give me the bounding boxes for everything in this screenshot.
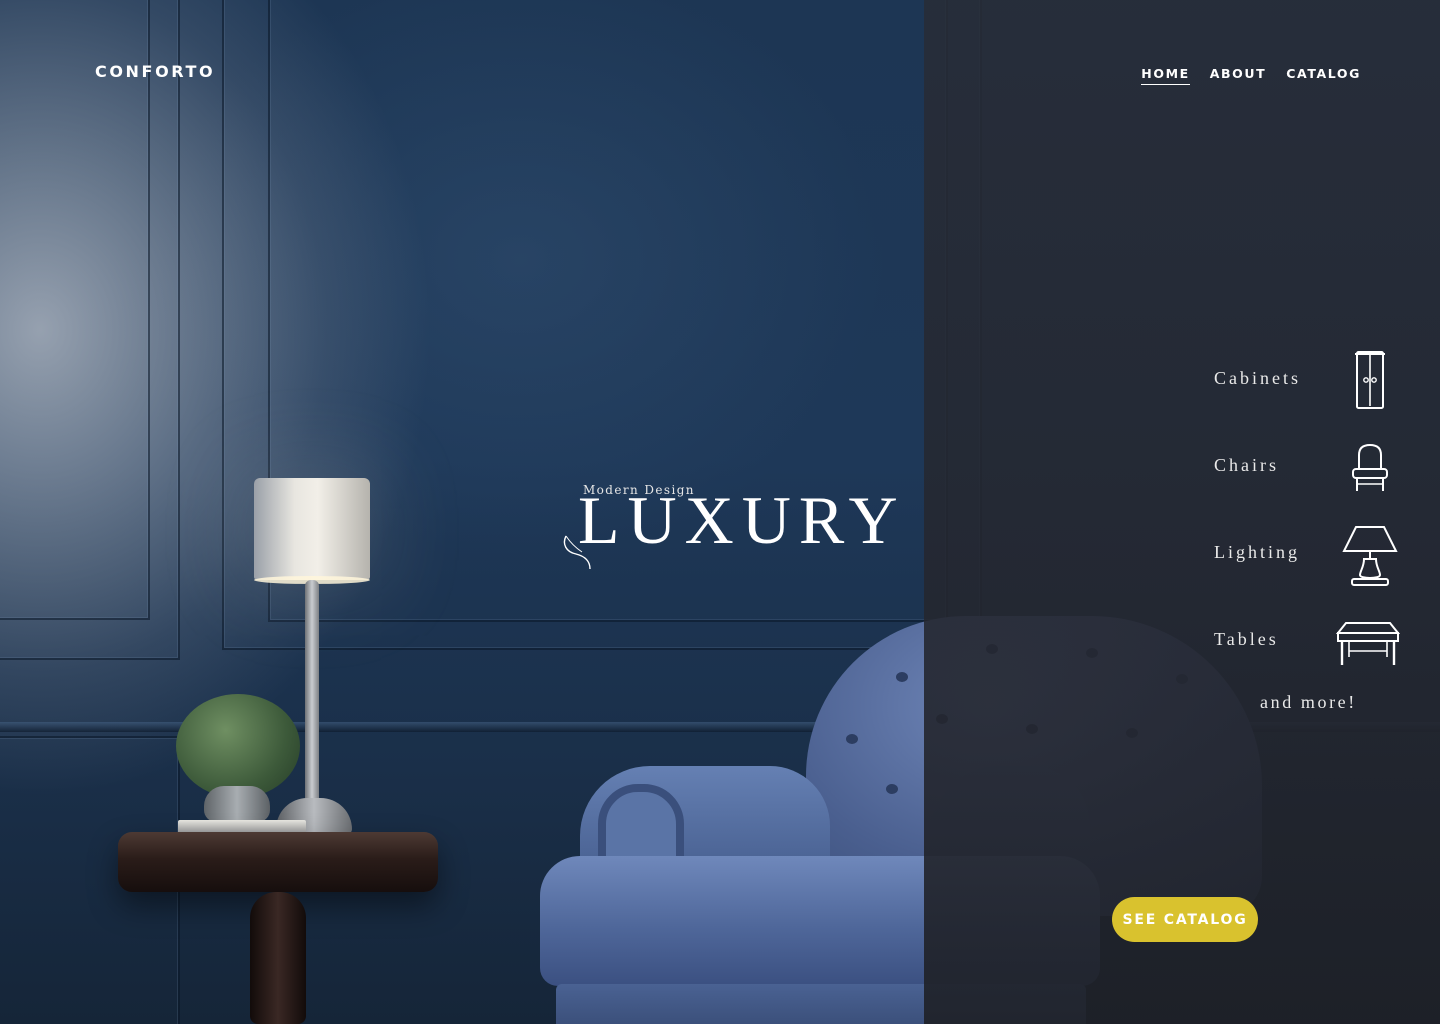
side-table-leg bbox=[250, 892, 306, 1024]
armchair-tuft bbox=[896, 672, 908, 682]
nav-link-home[interactable]: HOME bbox=[1141, 66, 1190, 85]
main-nav: HOME ABOUT CATALOG bbox=[1141, 66, 1361, 85]
category-item-lighting[interactable]: Lighting bbox=[1214, 542, 1300, 563]
see-catalog-button[interactable]: SEE CATALOG bbox=[1112, 897, 1258, 942]
category-label: Cabinets bbox=[1214, 368, 1301, 388]
more-categories-text: and more! bbox=[1260, 692, 1357, 712]
nav-link-about[interactable]: ABOUT bbox=[1210, 66, 1267, 85]
category-label: Chairs bbox=[1214, 455, 1279, 475]
hero-headline: LUXURY bbox=[578, 482, 906, 558]
category-item-cabinets[interactable]: Cabinets bbox=[1214, 368, 1301, 389]
cabinet-icon bbox=[1355, 351, 1385, 409]
category-overlay-panel bbox=[924, 0, 1440, 1024]
decorative-swirl-icon bbox=[563, 535, 591, 570]
category-label: Lighting bbox=[1214, 542, 1300, 562]
nav-link-catalog[interactable]: CATALOG bbox=[1286, 66, 1361, 85]
potted-plant bbox=[176, 694, 300, 798]
category-label: Tables bbox=[1214, 629, 1279, 649]
chair-icon bbox=[1352, 443, 1388, 491]
armchair-tuft bbox=[846, 734, 858, 744]
table-lamp-shade bbox=[254, 478, 370, 584]
table-icon bbox=[1336, 622, 1400, 665]
category-item-tables[interactable]: Tables bbox=[1214, 629, 1279, 650]
plant-pot bbox=[204, 786, 270, 822]
wall-panel-left-inner bbox=[0, 0, 150, 620]
side-table-top bbox=[118, 832, 438, 892]
table-lamp-stem bbox=[305, 580, 319, 810]
lamp-icon bbox=[1342, 526, 1398, 586]
brand-logo[interactable]: CONFORTO bbox=[95, 62, 215, 81]
armchair-tuft bbox=[886, 784, 898, 794]
category-item-chairs[interactable]: Chairs bbox=[1214, 455, 1279, 476]
